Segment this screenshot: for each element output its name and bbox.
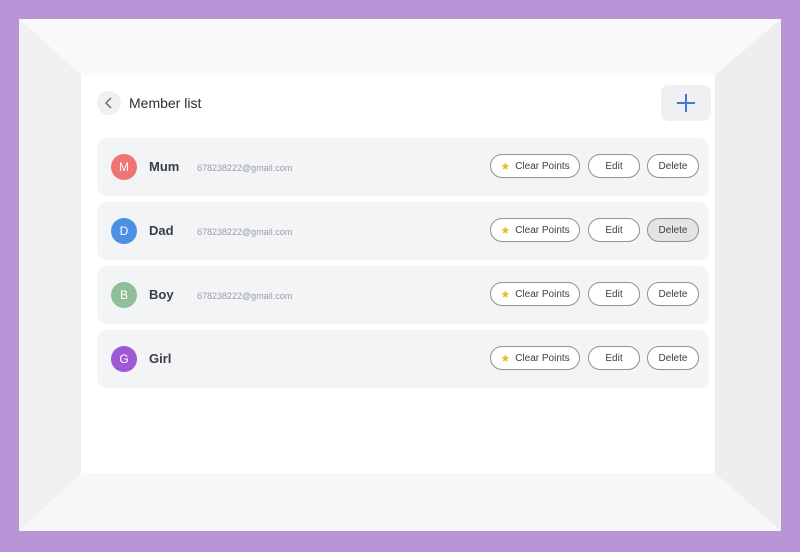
clear-points-label: Clear Points: [515, 224, 570, 236]
member-email: 678238222@gmail.com: [197, 163, 293, 173]
clear-points-label: Clear Points: [515, 352, 570, 364]
edit-button[interactable]: Edit: [588, 282, 640, 306]
edit-button[interactable]: Edit: [588, 154, 640, 178]
clear-points-button[interactable]: ★ Clear Points: [490, 346, 580, 370]
member-list: M Mum 678238222@gmail.com ★ Clear Points…: [97, 138, 709, 394]
clear-points-label: Clear Points: [515, 160, 570, 172]
plus-icon: [677, 94, 695, 112]
chevron-left-icon: [104, 97, 112, 109]
photo-frame: Member list M Mum 678238222@gmail.com ★ …: [0, 0, 800, 552]
member-list-screen: Member list M Mum 678238222@gmail.com ★ …: [81, 75, 715, 473]
delete-button[interactable]: Delete: [647, 218, 699, 242]
avatar: G: [111, 346, 137, 372]
avatar: M: [111, 154, 137, 180]
member-name: Mum: [149, 159, 180, 174]
edit-button[interactable]: Edit: [588, 346, 640, 370]
member-email: 678238222@gmail.com: [197, 291, 293, 301]
page-title: Member list: [129, 95, 202, 111]
add-member-button[interactable]: [661, 85, 711, 121]
star-icon: ★: [500, 224, 511, 237]
delete-button[interactable]: Delete: [647, 282, 699, 306]
avatar: D: [111, 218, 137, 244]
delete-button[interactable]: Delete: [647, 154, 699, 178]
star-icon: ★: [500, 160, 511, 173]
clear-points-button[interactable]: ★ Clear Points: [490, 282, 580, 306]
member-row-girl: G Girl ★ Clear Points Edit Delete: [97, 330, 709, 388]
star-icon: ★: [500, 288, 511, 301]
member-name: Girl: [149, 351, 172, 366]
clear-points-label: Clear Points: [515, 288, 570, 300]
frame-mat: Member list M Mum 678238222@gmail.com ★ …: [19, 19, 781, 531]
member-row-boy: B Boy 678238222@gmail.com ★ Clear Points…: [97, 266, 709, 324]
star-icon: ★: [500, 352, 511, 365]
member-email: 678238222@gmail.com: [197, 227, 293, 237]
back-button[interactable]: [97, 91, 121, 115]
delete-button[interactable]: Delete: [647, 346, 699, 370]
edit-button[interactable]: Edit: [588, 218, 640, 242]
clear-points-button[interactable]: ★ Clear Points: [490, 218, 580, 242]
avatar: B: [111, 282, 137, 308]
header: Member list: [97, 83, 713, 121]
member-row-mum: M Mum 678238222@gmail.com ★ Clear Points…: [97, 138, 709, 196]
member-row-dad: D Dad 678238222@gmail.com ★ Clear Points…: [97, 202, 709, 260]
member-name: Boy: [149, 287, 174, 302]
member-name: Dad: [149, 223, 174, 238]
clear-points-button[interactable]: ★ Clear Points: [490, 154, 580, 178]
